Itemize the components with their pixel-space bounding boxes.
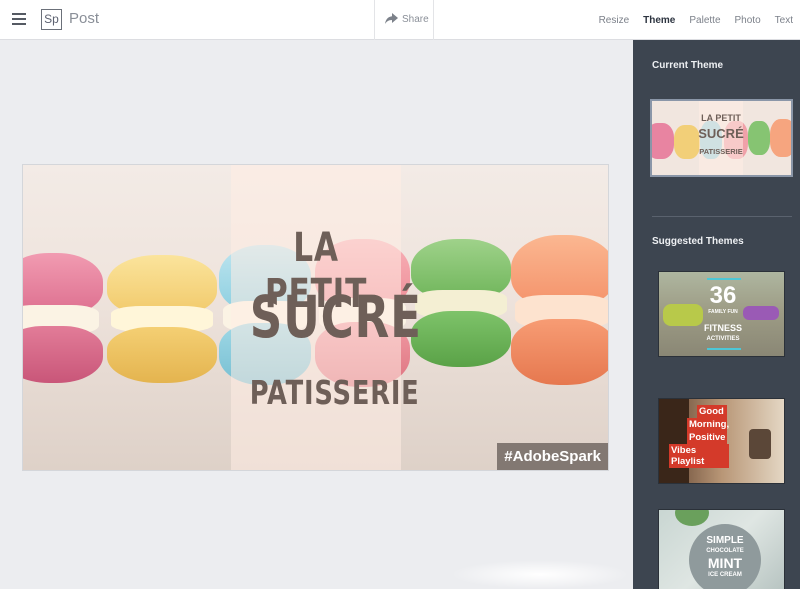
playlist-line-2: Morning, — [687, 418, 730, 431]
fitness-small-3: ACTIVITIES — [706, 336, 740, 342]
panel-divider — [652, 216, 792, 217]
tab-text[interactable]: Text — [775, 15, 793, 26]
suggested-theme-fitness[interactable]: 36 FAMILY FUN FITNESS ACTIVITIES — [658, 271, 785, 357]
playlist-line-4: Vibes Playlist — [669, 444, 729, 468]
bottom-glow — [450, 560, 630, 589]
headline-line-2[interactable]: SUCRÉ — [250, 283, 421, 351]
current-theme-heading: Current Theme — [652, 60, 724, 71]
app-logo[interactable]: Sp — [41, 9, 62, 30]
headline-line-3[interactable]: PATISSERIE — [250, 373, 419, 412]
playlist-line-1: Good — [697, 405, 727, 418]
macaron-yellow — [107, 255, 217, 383]
menu-icon[interactable] — [12, 13, 26, 25]
icecream-line-2: CHOCOLATE — [706, 548, 744, 554]
playlist-line-3: Positive — [687, 431, 727, 444]
app-title: Post — [69, 10, 100, 27]
macaron-orange — [511, 235, 608, 385]
icecream-line-4: ICE CREAM — [708, 572, 742, 578]
suggested-themes-heading: Suggested Themes — [652, 236, 744, 247]
macaron-pink — [23, 253, 103, 383]
thumb-line-2: SUCRÉ — [698, 126, 744, 141]
share-button[interactable]: Share — [374, 0, 434, 40]
top-bar: Sp Post Share Resize Theme Palette Photo… — [0, 0, 800, 40]
current-theme-thumbnail[interactable]: LA PETIT SUCRÉ PATISSERIE — [650, 99, 793, 177]
fitness-number: 36 — [709, 282, 737, 309]
thumb-line-3: PATISSERIE — [699, 147, 743, 156]
share-icon — [385, 13, 398, 24]
thumb-line-1: LA PETIT — [701, 113, 741, 123]
macaron-green — [411, 239, 511, 367]
suggested-theme-ice-cream[interactable]: SIMPLE CHOCOLATE MINT ICE CREAM — [658, 509, 785, 589]
suggested-theme-playlist[interactable]: Good Morning, Positive Vibes Playlist — [658, 398, 785, 484]
tab-photo[interactable]: Photo — [735, 15, 761, 26]
post-canvas[interactable]: LA PETIT SUCRÉ PATISSERIE #AdobeSpark — [22, 164, 609, 471]
theme-panel: Current Theme LA PETIT SUCRÉ PATISSERIE … — [633, 40, 800, 589]
nav-tabs: Resize Theme Palette Photo Text — [592, 0, 800, 40]
tab-palette[interactable]: Palette — [689, 15, 720, 26]
tab-resize[interactable]: Resize — [599, 15, 630, 26]
fitness-small-2: FITNESS — [703, 323, 742, 333]
icecream-line-1: SIMPLE — [706, 535, 744, 546]
tab-theme[interactable]: Theme — [643, 15, 675, 26]
share-label: Share — [402, 14, 429, 25]
fitness-small-1: FAMILY FUN — [708, 309, 738, 315]
hashtag-badge: #AdobeSpark — [497, 443, 608, 470]
icecream-line-3: MINT — [707, 555, 743, 571]
